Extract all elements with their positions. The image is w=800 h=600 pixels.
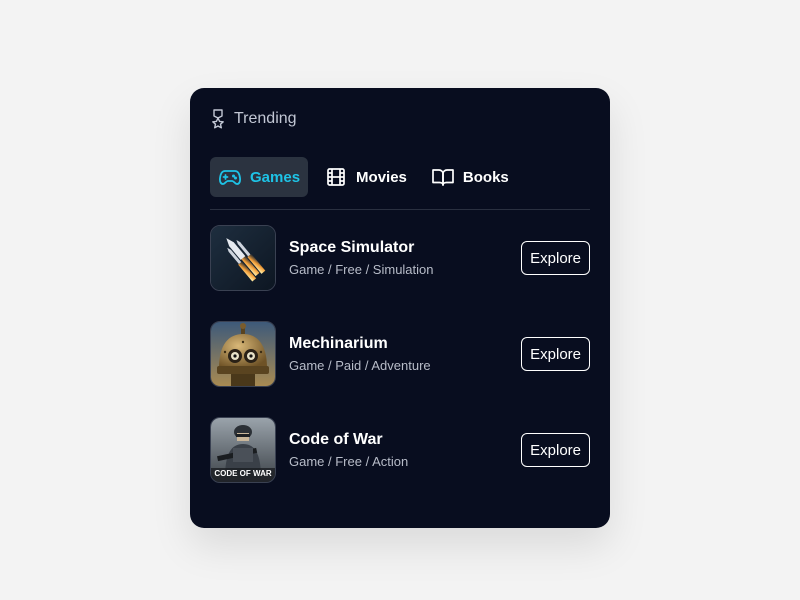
- card-header: Trending: [210, 108, 297, 130]
- list-item: CODE OF WAR Code of War Game / Free / Ac…: [210, 417, 590, 483]
- item-meta: Space Simulator Game / Free / Simulation: [289, 238, 434, 278]
- trending-card: Trending Games Movies Books Space Simula…: [190, 88, 610, 528]
- list-item: Space Simulator Game / Free / Simulation…: [210, 225, 590, 291]
- explore-button[interactable]: Explore: [521, 241, 590, 275]
- soldier-thumbnail: CODE OF WAR: [210, 417, 276, 483]
- book-icon: [432, 166, 454, 188]
- gamepad-icon: [219, 166, 241, 188]
- item-title: Mechinarium: [289, 335, 388, 352]
- rocket-launch-thumbnail: [210, 225, 276, 291]
- item-subtitle: Game / Paid / Adventure: [289, 358, 431, 373]
- item-title: Space Simulator: [289, 239, 415, 256]
- award-ribbon-icon: [210, 108, 226, 130]
- thumb-logo-text: CODE OF WAR: [214, 469, 272, 478]
- card-title: Trending: [234, 110, 297, 127]
- tab-games[interactable]: Games: [210, 157, 309, 197]
- tab-books[interactable]: Books: [423, 157, 517, 197]
- item-subtitle: Game / Free / Action: [289, 454, 409, 469]
- explore-button[interactable]: Explore: [521, 433, 590, 467]
- trending-list: Space Simulator Game / Free / Simulation…: [210, 225, 590, 513]
- category-tabs: Games Movies Books: [210, 157, 525, 197]
- tab-label: Games: [250, 168, 301, 186]
- tab-movies[interactable]: Movies: [316, 157, 415, 197]
- item-meta: Code of War Game / Free / Action: [289, 430, 408, 470]
- explore-button[interactable]: Explore: [521, 337, 590, 371]
- item-meta: Mechinarium Game / Paid / Adventure: [289, 334, 431, 374]
- tab-label: Books: [462, 168, 509, 186]
- robot-head-thumbnail: [210, 321, 276, 387]
- item-subtitle: Game / Free / Simulation: [289, 262, 434, 277]
- film-icon: [325, 166, 347, 188]
- item-title: Code of War: [289, 431, 383, 448]
- divider: [210, 209, 590, 210]
- tab-label: Movies: [356, 168, 407, 186]
- list-item: Mechinarium Game / Paid / Adventure Expl…: [210, 321, 590, 387]
